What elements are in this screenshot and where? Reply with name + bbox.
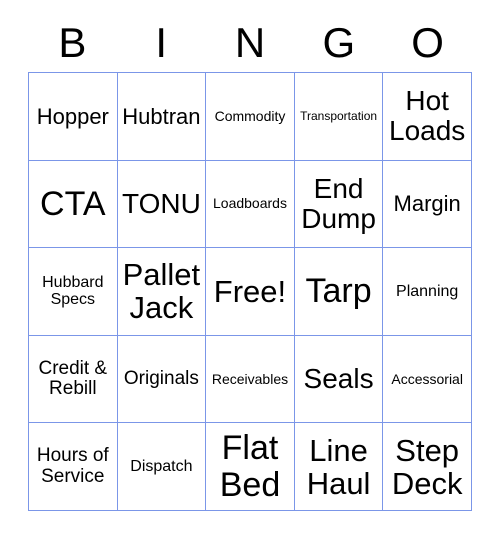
bingo-row-4: Credit & Rebill Originals Receivables Se… (29, 335, 472, 424)
bingo-cell-label: Planning (396, 282, 459, 300)
bingo-cell-n5[interactable]: Flat Bed (206, 423, 295, 511)
bingo-card: B I N G O Hopper Hubtran Commodity Trans… (28, 14, 472, 511)
bingo-cell-o2[interactable]: Margin (383, 160, 472, 249)
bingo-cell-b5[interactable]: Hours of Service (29, 423, 118, 511)
bingo-cell-g4[interactable]: Seals (294, 335, 384, 424)
header-letter-b: B (58, 19, 87, 66)
bingo-cell-label: Loadboards (213, 195, 287, 212)
bingo-cell-o3[interactable]: Planning (383, 248, 472, 336)
bingo-cell-i1[interactable]: Hubtran (117, 73, 207, 161)
bingo-cell-g5[interactable]: Line Haul (294, 423, 384, 511)
bingo-cell-label: Credit & Rebill (38, 357, 108, 400)
bingo-cell-label: Pallet Jack (122, 257, 201, 326)
bingo-cell-label: Dispatch (130, 458, 193, 476)
bingo-cell-free-space[interactable]: Free! (206, 248, 295, 336)
bingo-cell-label: Margin (393, 191, 461, 217)
bingo-grid: Hopper Hubtran Commodity Transportation … (28, 72, 472, 511)
bingo-cell-label: TONU (121, 187, 201, 219)
bingo-cell-i4[interactable]: Originals (117, 335, 207, 424)
header-letter-g: G (322, 19, 356, 66)
bingo-cell-label: Originals (123, 367, 199, 389)
bingo-cell-label: Line Haul (306, 432, 371, 501)
bingo-cell-o4[interactable]: Accessorial (383, 335, 472, 424)
bingo-cell-label: Accessorial (391, 370, 463, 387)
bingo-cell-g3[interactable]: Tarp (294, 248, 384, 336)
bingo-row-2: CTA TONU Loadboards End Dump Margin (29, 160, 472, 249)
bingo-cell-n2[interactable]: Loadboards (206, 160, 295, 249)
bingo-cell-b3[interactable]: Hubbard Specs (29, 248, 118, 336)
bingo-cell-i2[interactable]: TONU (117, 160, 207, 249)
bingo-cell-label: Hopper (36, 103, 109, 129)
bingo-cell-label: Step Deck (391, 432, 463, 501)
bingo-cell-o5[interactable]: Step Deck (383, 423, 472, 511)
bingo-cell-label: Receivables (211, 370, 289, 387)
bingo-cell-i3[interactable]: Pallet Jack (117, 248, 207, 336)
bingo-cell-label: Hubbard Specs (42, 274, 104, 309)
bingo-cell-label: Seals (303, 363, 374, 395)
bingo-cell-g2[interactable]: End Dump (294, 160, 384, 249)
bingo-cell-label: Hours of Service (36, 445, 109, 487)
bingo-cell-label: CTA (40, 184, 106, 223)
bingo-cell-b2[interactable]: CTA (29, 160, 118, 249)
bingo-cell-label: Commodity (214, 107, 286, 124)
bingo-cell-label: Transportation (300, 108, 378, 123)
bingo-cell-n4[interactable]: Receivables (206, 335, 295, 424)
bingo-cell-label: Flat Bed (219, 429, 281, 504)
header-letter-o: O (411, 19, 444, 66)
header-letter-i: I (155, 19, 168, 66)
free-space-label: Free! (213, 273, 287, 309)
bingo-row-1: Hopper Hubtran Commodity Transportation … (29, 73, 472, 161)
bingo-cell-o1[interactable]: Hot Loads (383, 73, 472, 161)
bingo-cell-i5[interactable]: Dispatch (117, 423, 207, 511)
bingo-cell-label: Hot Loads (389, 85, 466, 147)
bingo-row-3: Hubbard Specs Pallet Jack Free! Tarp Pla… (29, 248, 472, 336)
header-letter-n: N (234, 19, 266, 66)
bingo-cell-label: Tarp (305, 272, 372, 311)
bingo-cell-label: Hubtran (122, 103, 201, 129)
bingo-cell-b4[interactable]: Credit & Rebill (29, 335, 118, 424)
bingo-row-5: Hours of Service Dispatch Flat Bed Line … (29, 423, 472, 511)
bingo-header: B I N G O (28, 14, 472, 72)
bingo-cell-g1[interactable]: Transportation (294, 73, 384, 161)
bingo-cell-n1[interactable]: Commodity (206, 73, 295, 161)
bingo-cell-label: End Dump (301, 172, 376, 234)
bingo-cell-b1[interactable]: Hopper (29, 73, 118, 161)
